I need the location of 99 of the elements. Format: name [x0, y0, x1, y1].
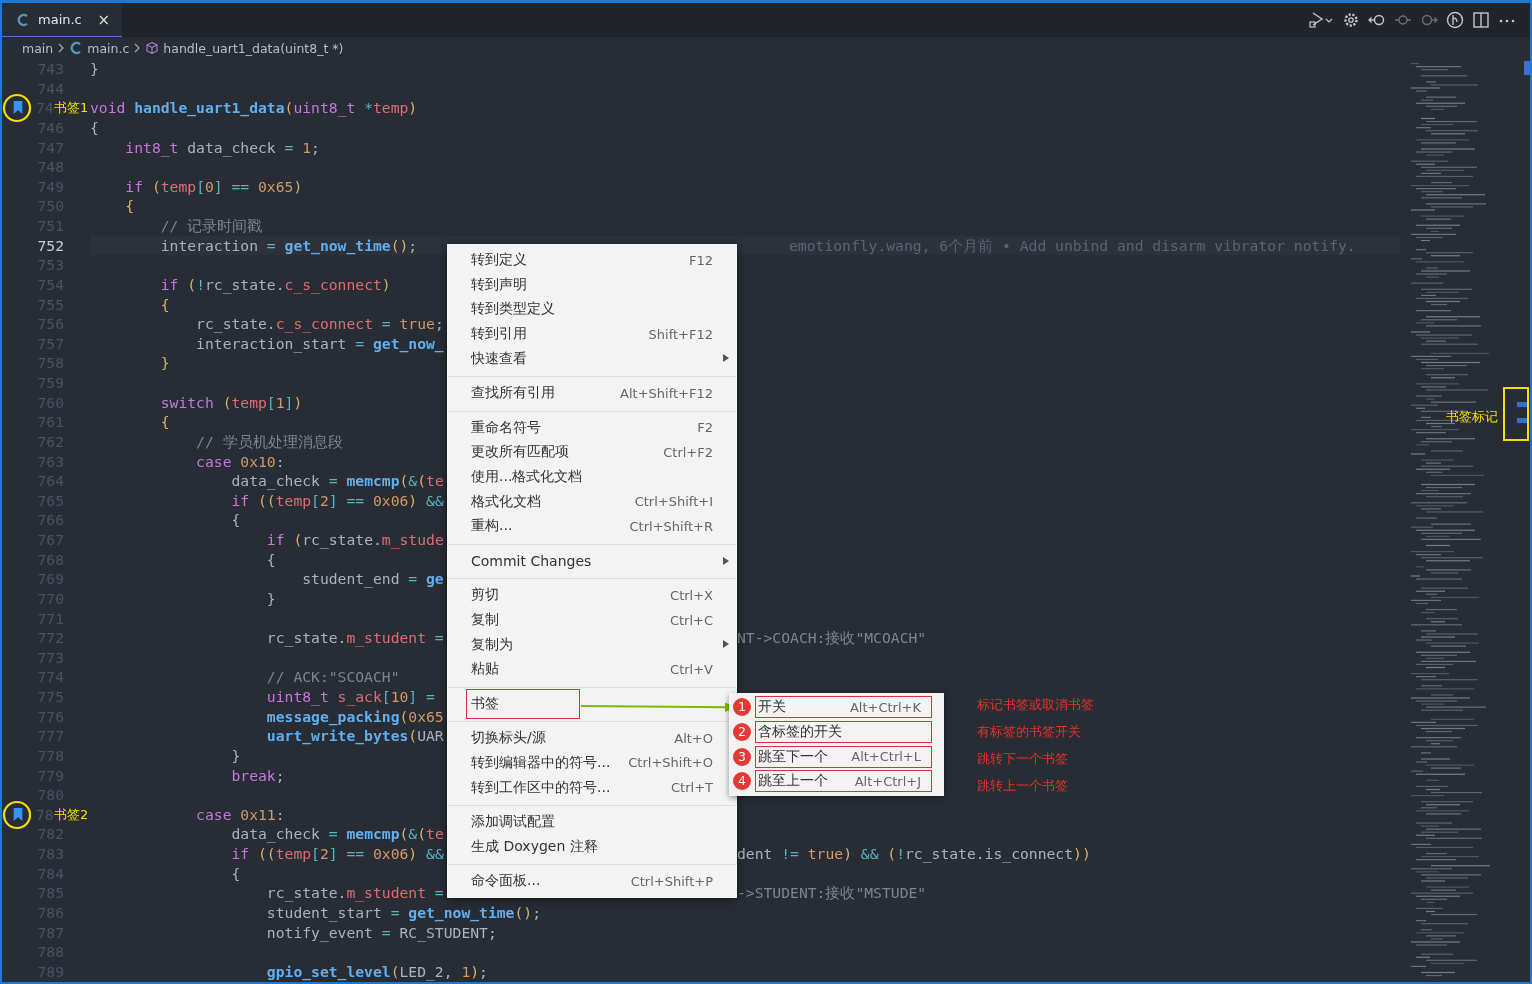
submenu-item[interactable]: 含标签的开关 — [755, 721, 932, 744]
code-line: ->STUDENT:接收"MSTUDE" — [737, 883, 927, 903]
annotation-note: 有标签的书签开关 — [977, 723, 1082, 741]
code-line: if (rc_state.m_stude — [265, 530, 444, 550]
code-line: student_start = get_now_time(); — [265, 902, 541, 923]
highlight-circle — [2, 93, 32, 124]
code-line: } — [159, 353, 170, 373]
code-line: uart_write_bytes(UAR — [265, 726, 444, 746]
code-line: int8_t data_check = 1; — [124, 137, 320, 158]
code-line: { — [265, 549, 276, 570]
annotation-note: 跳转下一个书签 — [977, 750, 1069, 768]
cube-icon — [145, 41, 160, 55]
menu-item[interactable]: Commit Changes — [447, 548, 737, 574]
code-line: gpio_set_level(LED_2, 1); — [265, 961, 488, 982]
breadcrumb-item[interactable]: main.c — [87, 40, 130, 56]
c-file-icon — [69, 41, 84, 55]
code-line: break; — [230, 765, 285, 786]
annotation-label: 书签标记 — [1446, 409, 1498, 426]
menu-item[interactable]: 粘贴 Ctrl+V — [447, 656, 737, 682]
code-line: case 0x11: — [195, 804, 285, 825]
menu-item[interactable]: 复制为 — [447, 632, 737, 657]
code-line: interaction = get_now_time(); — [159, 235, 418, 256]
code-line: { — [124, 196, 135, 216]
line-number: 752 — [37, 236, 64, 254]
code-line: interaction_start = get_now_ — [195, 333, 444, 354]
settings-icon[interactable] — [1342, 11, 1360, 29]
code-line: // 学员机处理消息段 — [195, 431, 343, 452]
menu-item[interactable]: 重构... Ctrl+Shift+R — [447, 513, 737, 539]
step-badge: 3 — [733, 747, 751, 766]
code-line: switch (temp[1]) — [159, 392, 303, 413]
annotation-note: 标记书签或取消书签 — [977, 696, 1094, 714]
run-icon[interactable] — [1308, 11, 1334, 29]
code-line: if ((temp[2] == 0x06) && — [230, 490, 444, 511]
code-line: } — [230, 745, 241, 766]
code-line: void handle_uart1_data(uint8_t *temp) — [90, 98, 418, 118]
breadcrumb-item[interactable]: main — [22, 40, 54, 56]
close-button[interactable]: × — [95, 10, 112, 29]
branch-circle-icon[interactable] — [1446, 11, 1464, 29]
code-line: if (!rc_state.c_s_connect) — [159, 274, 391, 295]
chevron-icon — [57, 42, 66, 54]
code-line: { — [90, 117, 99, 138]
bookmark-icon[interactable] — [13, 807, 23, 821]
menu-item[interactable]: 格式化文档 Ctrl+Shift+I — [447, 489, 737, 514]
code-line: rc_state.m_student = — [265, 883, 444, 903]
submenu-item[interactable]: 跳至下一个 Alt+Ctrl+L — [755, 745, 932, 768]
step-badge: 4 — [733, 772, 751, 791]
code-line: rc_state.c_s_connect = true; — [195, 314, 444, 334]
submenu-item[interactable]: 开关 Alt+Ctrl+K — [755, 696, 932, 719]
bookmark-icon[interactable] — [13, 101, 23, 115]
menu-item[interactable]: 更改所有匹配项 Ctrl+F2 — [447, 440, 737, 465]
menu-item[interactable]: 查找所有引用 Alt+Shift+F12 — [447, 380, 737, 406]
code-line: NT->COACH:接收"MCOACH" — [737, 628, 927, 648]
code-line: { — [230, 863, 241, 884]
step-badge: 2 — [733, 723, 751, 742]
split-editor-icon[interactable] — [1472, 11, 1490, 29]
code-line: case 0x10: — [195, 451, 285, 472]
menu-item[interactable]: 复制 Ctrl+C — [447, 607, 737, 633]
menu-item[interactable]: 转到定义 F12 — [447, 248, 737, 273]
bookmark-marker — [1517, 402, 1527, 407]
code-line: dent != true) && (!rc_state.is_connect)) — [737, 844, 1091, 864]
bookmark-label: 书签1 — [54, 99, 89, 118]
chevron-icon — [133, 42, 142, 54]
code-line: // ACK:"SCOACH" — [265, 667, 400, 687]
annotation-note: 跳转上一个书签 — [977, 777, 1069, 795]
code-line: { — [159, 412, 170, 432]
menu-item[interactable]: 剪切 Ctrl+X — [447, 583, 737, 608]
menu-item[interactable]: 命令面板... Ctrl+Shift+P — [447, 869, 737, 894]
c-file-icon — [16, 12, 30, 27]
code-line: if ((temp[2] == 0x06) && — [230, 844, 444, 864]
menu-item[interactable]: 添加调试配置 — [447, 809, 737, 835]
menu-item[interactable]: 转到声明 — [447, 272, 737, 298]
step-badge: 1 — [733, 698, 751, 717]
bookmark-label: 书签2 — [54, 805, 89, 824]
bookmark-marker — [1517, 418, 1527, 423]
code-line: student_end = ge — [301, 569, 444, 589]
menu-item[interactable]: 使用...格式化文档 — [447, 464, 737, 490]
code-line: uint8_t s_ack[10] = — [265, 687, 435, 707]
editor-tab[interactable]: main.c × — [2, 3, 122, 37]
breadcrumb-item[interactable]: handle_uart1_data(uint8_t *) — [163, 40, 344, 56]
code-line: { — [159, 294, 170, 315]
submenu-item[interactable]: 跳至上一个 Alt+Ctrl+J — [755, 770, 932, 793]
menu-item[interactable]: 快速查看 — [447, 346, 737, 371]
code-line: } — [265, 588, 276, 609]
code-line: message_packing(0x65 — [265, 706, 444, 727]
code-line: if (temp[0] == 0x65) — [124, 176, 303, 197]
highlight-circle — [2, 799, 32, 830]
code-line: } — [90, 59, 99, 79]
code-line: rc_state.m_student = — [265, 628, 444, 648]
menu-item[interactable]: 生成 Doxygen 注释 — [447, 834, 737, 860]
scrollbar-thumb[interactable] — [1524, 61, 1530, 75]
code-line: notify_event = RC_STUDENT; — [265, 922, 497, 943]
code-line: data_check = memcmp(&(te — [230, 471, 444, 491]
menu-item[interactable]: 转到引用 Shift+F12 — [447, 321, 737, 347]
highlight-rectangle — [1503, 387, 1529, 441]
code-line: data_check = memcmp(&(te — [230, 824, 444, 844]
code-line: // 记录时间戳 — [159, 216, 263, 236]
menu-item[interactable]: 转到类型定义 — [447, 297, 737, 322]
code-line: { — [230, 510, 241, 530]
menu-item[interactable]: 重命名符号 F2 — [447, 415, 737, 441]
